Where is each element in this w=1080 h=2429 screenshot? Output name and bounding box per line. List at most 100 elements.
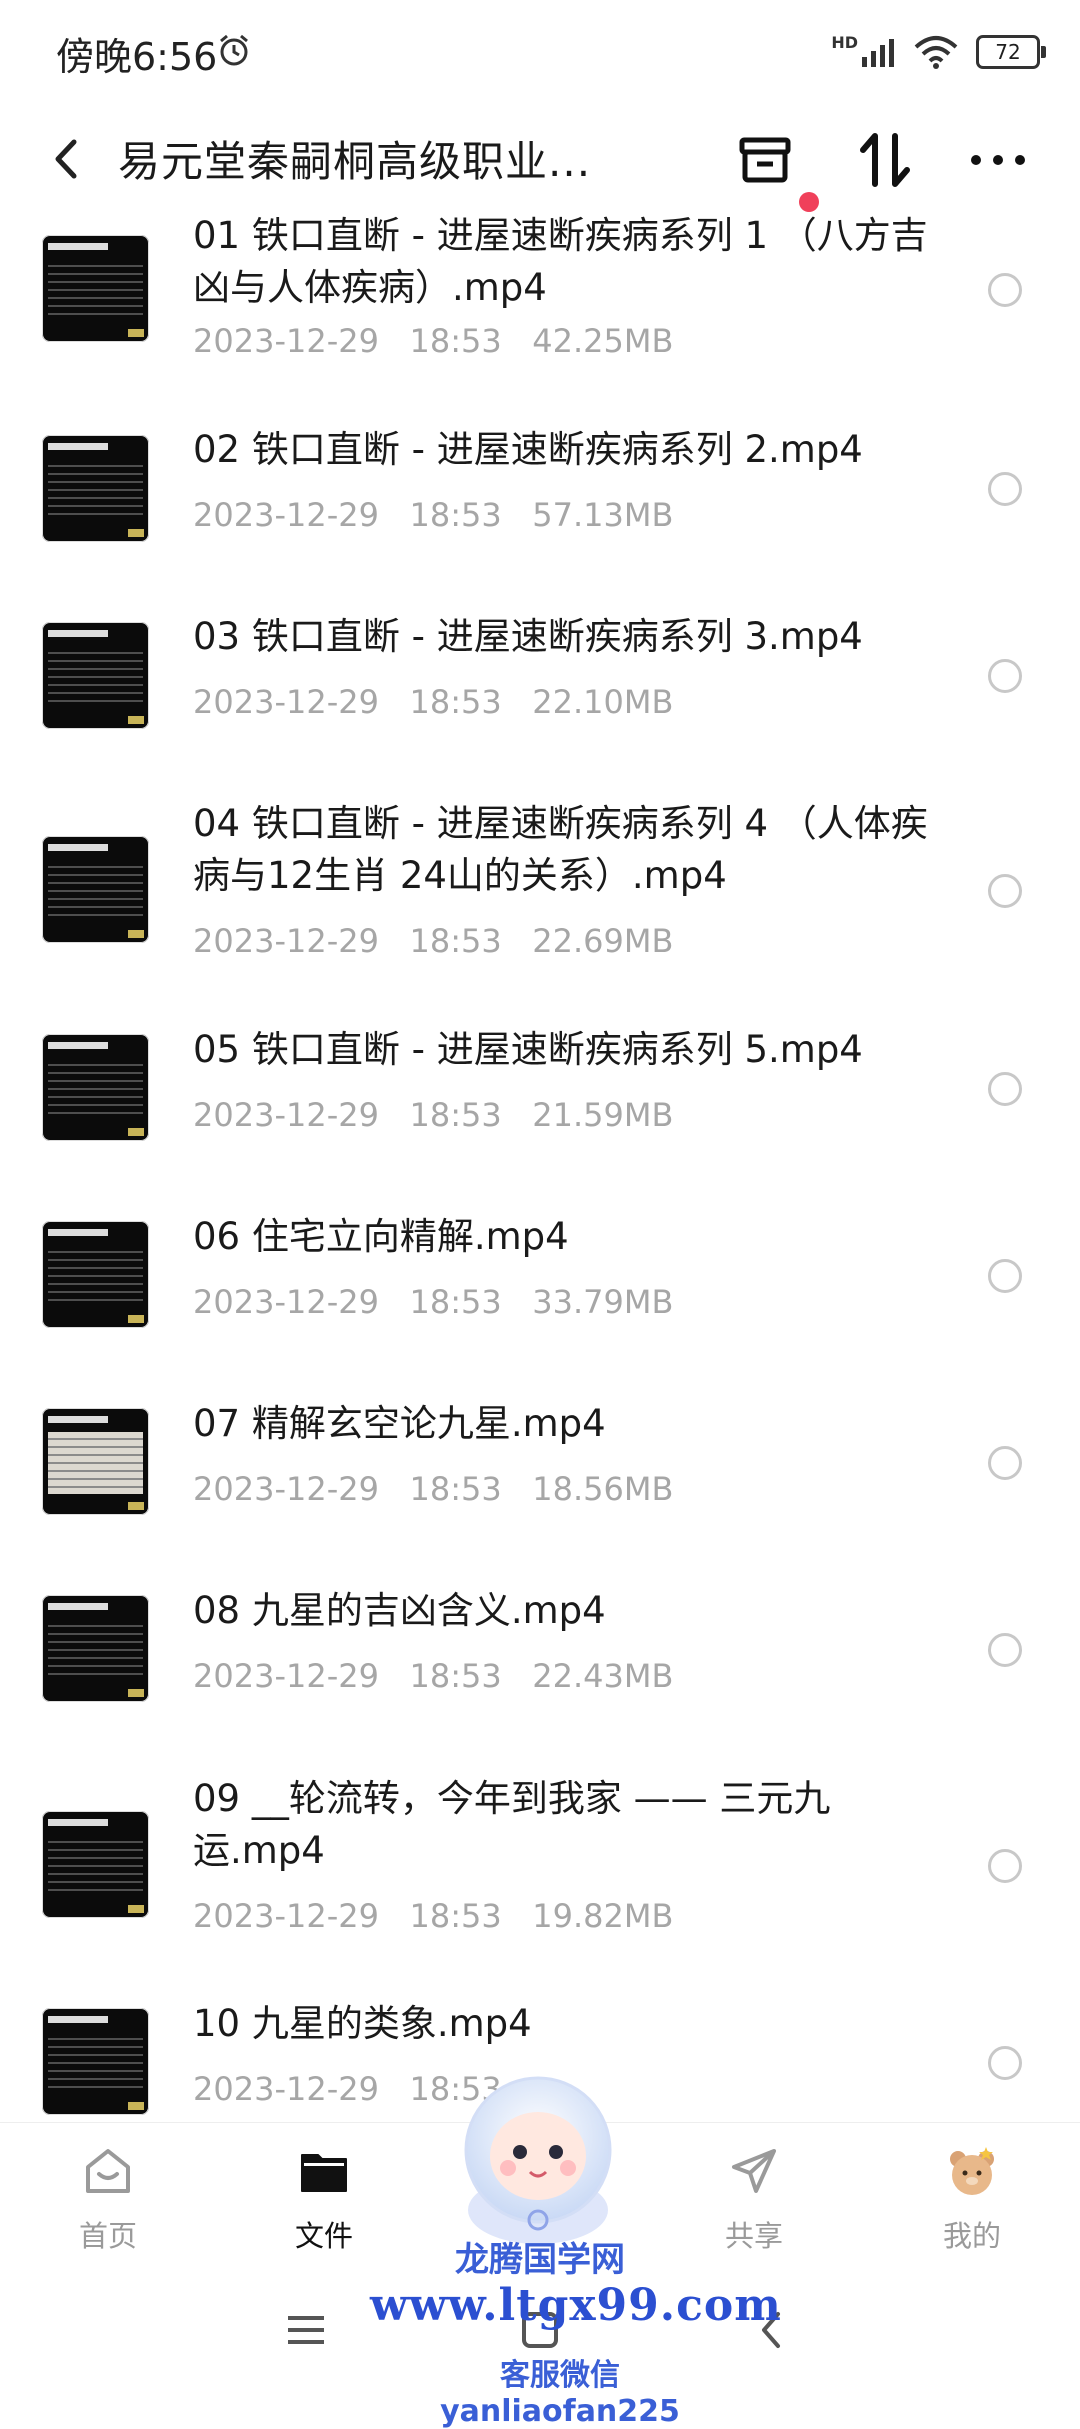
select-radio[interactable] [988,1849,1022,1883]
file-time: 18:53 [409,496,502,534]
file-date: 2023-12-29 [193,922,379,960]
file-name: 03 铁口直断 - 进屋速断疾病系列 3.mp4 [193,615,863,658]
file-name: 06 住宅立向精解.mp4 [193,1215,569,1258]
select-radio[interactable] [988,1633,1022,1667]
nav-share-label: 共享 [724,2219,783,2253]
file-size: 33.79MB [532,1283,674,1321]
file-date: 2023-12-29 [193,322,379,360]
file-name: 08 九星的吉凶含义.mp4 [193,1589,606,1632]
select-radio[interactable] [988,1446,1022,1480]
back-icon[interactable] [38,124,98,194]
file-meta: 2023-12-29 18:53 33.79MB [193,1283,673,1321]
nav-home-label: 首页 [78,2219,137,2253]
file-name: 02 铁口直断 - 进屋速断疾病系列 2.mp4 [193,428,863,471]
file-date: 2023-12-29 [193,1283,379,1321]
file-time: 18:53 [409,322,502,360]
profile-icon [950,2147,994,2195]
file-date: 2023-12-29 [193,1096,379,1134]
battery-level: 72 [995,40,1021,64]
watermark-name: 龙腾国学网 [455,2240,625,2280]
select-radio[interactable] [988,273,1022,307]
alarm-icon [220,34,248,66]
file-name: 10 九星的类象.mp4 [193,2002,532,2045]
video-thumbnail [42,1408,149,1515]
file-time: 18:53 [409,1283,502,1321]
video-thumbnail [42,836,149,943]
file-size: 22.69MB [532,922,674,960]
mascot-icon[interactable] [438,2060,638,2250]
nav-profile-label: 我的 [942,2219,1001,2253]
nav-home[interactable]: 首页 [38,2141,178,2255]
file-size: 18.56MB [532,1470,674,1508]
home-icon [86,2149,130,2193]
status-time: 傍晚6:56 [56,35,218,79]
file-meta: 2023-12-29 18:53 22.10MB [193,683,673,721]
file-name: 04 铁口直断 - 进屋速断疾病系列 4 （人体疾病与12生肖 24山的关系）.… [193,802,928,897]
video-thumbnail [42,1595,149,1702]
file-size: 22.10MB [532,683,674,721]
select-radio[interactable] [988,1072,1022,1106]
file-name: 01 铁口直断 - 进屋速断疾病系列 1 （八方吉凶与人体疾病）.mp4 [193,214,928,309]
nav-files-label: 文件 [294,2219,353,2253]
wifi-icon [914,36,958,69]
video-thumbnail [42,235,149,342]
more-icon[interactable] [958,120,1038,200]
nav-files[interactable]: 文件 [254,2141,394,2255]
file-name: 05 铁口直断 - 进屋速断疾病系列 5.mp4 [193,1028,863,1071]
status-bar: 傍晚6:56 HD 72 [0,0,1080,104]
watermark-wechat: 客服微信 yanliaofan225 [440,2358,680,2429]
nav-share[interactable]: 共享 [684,2141,824,2255]
file-date: 2023-12-29 [193,496,379,534]
file-time: 18:53 [409,1096,502,1134]
file-date: 2023-12-29 [193,683,379,721]
battery-icon: 72 [976,35,1046,69]
file-size: 42.25MB [532,322,674,360]
status-icons: HD 72 [831,30,1046,74]
page-title: 易元堂秦嗣桐高级职业... [118,137,592,186]
file-time: 18:53 [409,1657,502,1695]
folder-icon [301,2154,347,2192]
file-time: 18:53 [409,683,502,721]
file-meta: 2023-12-29 18:53 21.59MB [193,1096,673,1134]
share-icon [732,2149,776,2193]
video-thumbnail [42,1811,149,1918]
file-meta: 2023-12-29 18:53 22.69MB [193,922,673,960]
title-bar: 易元堂秦嗣桐高级职业... [0,104,1080,214]
file-size: 22.43MB [532,1657,674,1695]
file-time: 18:53 [409,922,502,960]
file-meta: 2023-12-29 18:53 22.43MB [193,1657,673,1695]
file-name: 07 精解玄空论九星.mp4 [193,1402,606,1445]
nav-profile[interactable]: 我的 [902,2141,1042,2255]
file-date: 2023-12-29 [193,1897,379,1935]
watermark-url: www.ltgx99.com [370,2280,782,2331]
file-meta: 2023-12-29 18:53 19.82MB [193,1897,673,1935]
file-list[interactable]: 01 铁口直断 - 进屋速断疾病系列 1 （八方吉凶与人体疾病）.mp4 202… [0,200,1080,2120]
file-meta: 2023-12-29 18:53 57.13MB [193,496,673,534]
video-thumbnail [42,1034,149,1141]
file-meta: 2023-12-29 18:53 18.56MB [193,1470,673,1508]
file-size: 21.59MB [532,1096,674,1134]
file-meta: 2023-12-29 18:53 42.25MB [193,322,673,360]
select-radio[interactable] [988,472,1022,506]
select-radio[interactable] [988,1259,1022,1293]
file-date: 2023-12-29 [193,1470,379,1508]
archive-icon[interactable] [725,120,805,200]
file-size: 57.13MB [532,496,674,534]
video-thumbnail [42,1221,149,1328]
video-thumbnail [42,2008,149,2115]
file-name: 09 __轮流转，今年到我家 —— 三元九运.mp4 [193,1777,831,1872]
file-date: 2023-12-29 [193,1657,379,1695]
file-date: 2023-12-29 [193,2070,379,2108]
sort-icon[interactable] [845,120,925,200]
file-time: 18:53 [409,1470,502,1508]
network-label: HD [831,32,858,52]
video-thumbnail [42,435,149,542]
file-size: 19.82MB [532,1897,674,1935]
signal-icon [862,39,894,67]
file-time: 18:53 [409,1897,502,1935]
menu-icon[interactable] [276,2300,336,2360]
select-radio[interactable] [988,2046,1022,2080]
select-radio[interactable] [988,874,1022,908]
select-radio[interactable] [988,659,1022,693]
video-thumbnail [42,622,149,729]
